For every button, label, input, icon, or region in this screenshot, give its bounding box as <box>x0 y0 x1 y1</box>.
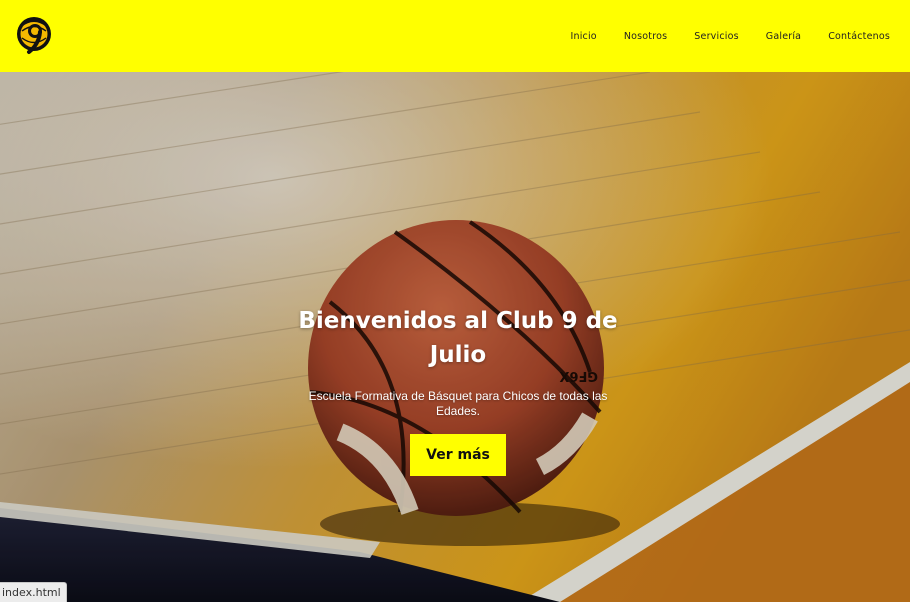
browser-status-url: index.html <box>0 582 67 602</box>
hero-section: GF6X Bienvenidos al Club 9 de Julio Escu… <box>0 72 910 602</box>
nav-link-servicios[interactable]: Servicios <box>694 31 738 42</box>
ver-mas-button[interactable]: Ver más <box>410 434 506 476</box>
main-nav: Inicio Nosotros Servicios Galería Contác… <box>543 31 890 42</box>
hero-content: Bienvenidos al Club 9 de Julio Escuela F… <box>290 304 626 476</box>
navbar: Inicio Nosotros Servicios Galería Contác… <box>0 0 910 72</box>
nav-link-nosotros[interactable]: Nosotros <box>624 31 667 42</box>
hero-subtitle: Escuela Formativa de Básquet para Chicos… <box>308 389 608 418</box>
nav-link-galeria[interactable]: Galería <box>766 31 801 42</box>
hero-title: Bienvenidos al Club 9 de Julio <box>298 308 618 368</box>
nav-link-contactenos[interactable]: Contáctenos <box>828 31 890 42</box>
club-logo-icon[interactable] <box>14 12 54 60</box>
nav-link-inicio[interactable]: Inicio <box>570 31 596 42</box>
